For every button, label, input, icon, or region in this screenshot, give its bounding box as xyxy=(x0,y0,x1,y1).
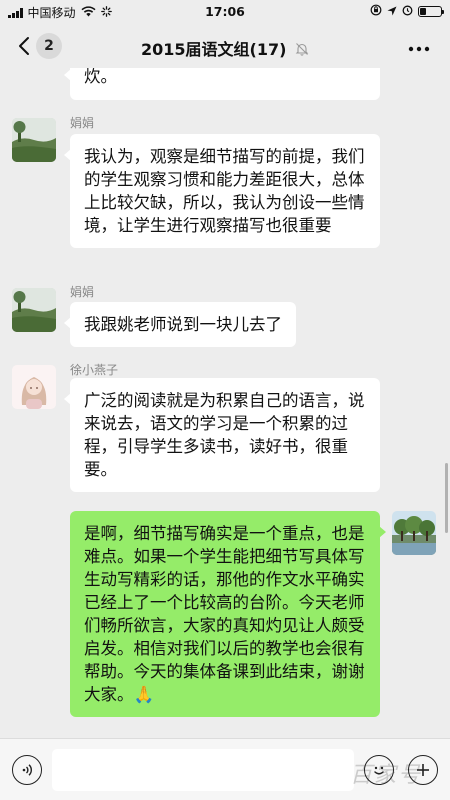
sender-name: 娟娟 xyxy=(70,116,95,130)
more-dots-icon xyxy=(408,46,430,52)
rotation-lock-icon xyxy=(370,4,382,19)
trees-avatar-image xyxy=(392,511,436,555)
sender-avatar[interactable] xyxy=(12,118,56,162)
mute-bell-icon xyxy=(295,43,309,56)
chat-title: 2015届语文组(17) xyxy=(140,40,287,59)
chat-header: 2 2015届语文组(17) xyxy=(0,24,450,68)
sender-name: 娟娟 xyxy=(70,285,95,299)
emoji-button[interactable] xyxy=(364,755,394,785)
sender-name: 徐小燕子 xyxy=(70,363,119,377)
message-bubble-outgoing[interactable]: 是啊，细节描写确实是一个重点，也是难点。如果一个学生能把细节写具体写生动写精彩的… xyxy=(70,511,386,717)
emoji-pray: 🙏 xyxy=(133,685,155,704)
landscape-avatar-image xyxy=(12,118,56,162)
message-bubble[interactable]: 我认为，观察是细节描写的前提，我们的学生观察习惯和能力差距很大，总体上比较欠缺，… xyxy=(64,134,380,248)
sender-avatar[interactable] xyxy=(12,288,56,332)
chat-title-wrap: 2015届语文组(17) xyxy=(0,36,450,60)
message-text: 广泛的阅读就是为积累自己的语言，说来说去，语文的学习是一个积累的过程，引导学生多… xyxy=(84,391,365,479)
voice-icon xyxy=(22,764,33,776)
more-functions-button[interactable] xyxy=(408,755,438,785)
location-icon xyxy=(387,5,397,19)
landscape-avatar-image xyxy=(12,288,56,332)
chat-message-list[interactable]: 炊。 娟娟 我认为，观察是细节描写的前提，我们的学生观察习惯和能力差距很大，总体… xyxy=(0,68,450,738)
smiley-icon xyxy=(374,766,384,775)
girl-illustration-avatar-image xyxy=(12,365,56,409)
message-text: 我认为，观察是细节描写的前提，我们的学生观察习惯和能力差距很大，总体上比较欠缺，… xyxy=(84,147,365,235)
plus-icon xyxy=(417,764,429,776)
input-bar: 百家号 xyxy=(0,738,450,800)
message-text: 我跟姚老师说到一块儿去了 xyxy=(84,315,282,334)
alarm-icon xyxy=(402,4,413,19)
battery-icon xyxy=(418,6,444,17)
voice-button[interactable] xyxy=(12,755,42,785)
message-bubble[interactable]: 炊。 xyxy=(64,68,380,100)
message-bubble[interactable]: 广泛的阅读就是为积累自己的语言，说来说去，语文的学习是一个积累的过程，引导学生多… xyxy=(64,378,380,492)
status-bar: 中国移动 17:06 xyxy=(0,0,450,24)
message-text: 炊。 xyxy=(84,68,117,86)
more-button[interactable] xyxy=(408,37,430,56)
scrollbar[interactable] xyxy=(445,463,448,533)
message-text: 是啊，细节描写确实是一个重点，也是难点。如果一个学生能把细节写具体写生动写精彩的… xyxy=(84,524,365,704)
my-avatar[interactable] xyxy=(392,511,436,555)
message-input[interactable] xyxy=(52,749,354,791)
message-bubble[interactable]: 我跟姚老师说到一块儿去了 xyxy=(64,302,296,347)
sender-avatar[interactable] xyxy=(12,365,56,409)
status-right xyxy=(370,4,444,19)
